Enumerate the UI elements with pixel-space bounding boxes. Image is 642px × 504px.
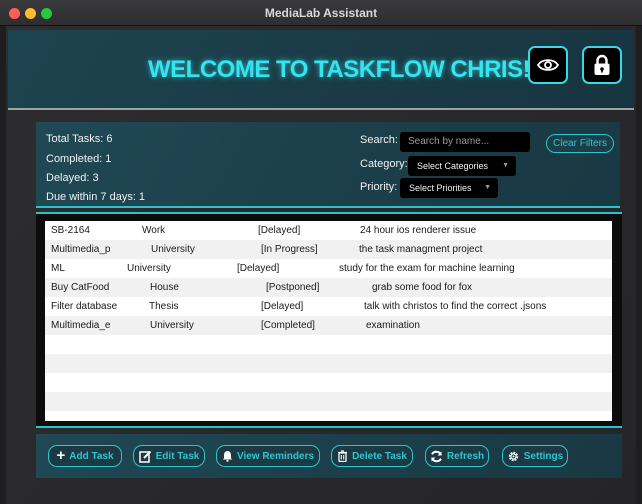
search-input[interactable] (400, 132, 530, 152)
task-description: the task managment project (359, 244, 483, 255)
task-row[interactable]: Multimedia_e University [Completed] exam… (45, 316, 612, 335)
add-task-button[interactable]: + Add Task (48, 445, 122, 467)
task-description: study for the exam for machine learning (339, 263, 515, 274)
window-titlebar: MediaLab Assistant (0, 0, 642, 26)
empty-row (45, 335, 612, 354)
lock-button[interactable] (582, 46, 622, 84)
task-category: University (151, 244, 195, 255)
view-button[interactable] (528, 46, 568, 84)
priority-select-value: Select Priorities (409, 183, 472, 193)
task-name: Buy CatFood (51, 282, 110, 293)
delete-task-button[interactable]: Delete Task (331, 445, 413, 467)
task-name: Multimedia_p (51, 244, 111, 255)
empty-row (45, 354, 612, 373)
refresh-label: Refresh (446, 450, 485, 462)
task-list-panel: SB-2164 Work [Delayed] 24 hour ios rende… (36, 212, 622, 428)
clear-filters-button[interactable]: Clear Filters (546, 134, 614, 153)
empty-row (45, 392, 612, 411)
chevron-down-icon: ▼ (502, 162, 509, 169)
total-tasks-stat: Total Tasks: 6 (46, 133, 113, 145)
edit-task-label: Edit Task (155, 450, 200, 462)
task-row[interactable]: Filter database Thesis [Delayed] talk wi… (45, 297, 612, 316)
chevron-down-icon: ▼ (484, 184, 491, 191)
task-status: [Postponed] (266, 282, 320, 293)
plus-icon: + (56, 447, 66, 464)
bell-icon (222, 451, 232, 462)
task-name: SB-2164 (51, 225, 90, 236)
task-name: Multimedia_e (51, 320, 111, 331)
settings-label: Settings (523, 450, 564, 462)
task-row[interactable]: Multimedia_p University [In Progress] th… (45, 240, 612, 259)
search-label: Search: (360, 134, 398, 146)
delayed-stat: Delayed: 3 (46, 172, 99, 184)
edit-task-button[interactable]: Edit Task (133, 445, 205, 467)
window-title: MediaLab Assistant (264, 6, 378, 20)
task-row[interactable]: SB-2164 Work [Delayed] 24 hour ios rende… (45, 221, 612, 240)
task-description: talk with christos to find the correct .… (364, 301, 547, 312)
welcome-title: WELCOME TO TASKFLOW CHRIS! (148, 56, 531, 83)
task-status: [Delayed] (237, 263, 280, 274)
view-reminders-label: View Reminders (236, 450, 315, 462)
task-name: Filter database (51, 301, 118, 312)
task-category: Work (142, 225, 166, 236)
completed-stat: Completed: 1 (46, 153, 112, 165)
due-soon-stat: Due within 7 days: 1 (46, 191, 146, 203)
empty-row (45, 373, 612, 392)
task-category: University (127, 263, 171, 274)
task-status: [Delayed] (258, 225, 301, 236)
task-category: House (150, 282, 179, 293)
delete-task-label: Delete Task (352, 450, 407, 462)
task-category: Thesis (149, 301, 179, 312)
task-status: [Completed] (261, 320, 315, 331)
trash-icon (338, 450, 348, 462)
task-row[interactable]: ML University [Delayed] study for the ex… (45, 259, 612, 278)
priority-label: Priority: (360, 181, 398, 193)
task-category: University (150, 320, 194, 331)
lock-icon (594, 54, 610, 75)
task-list[interactable]: SB-2164 Work [Delayed] 24 hour ios rende… (45, 221, 612, 421)
eye-icon (537, 59, 559, 71)
category-select[interactable]: Select Categories ▼ (408, 156, 516, 176)
header-banner: WELCOME TO TASKFLOW CHRIS! (8, 30, 634, 110)
category-label: Category: (360, 158, 408, 170)
gear-icon (508, 451, 518, 461)
refresh-icon (430, 450, 442, 462)
task-status: [In Progress] (261, 244, 318, 255)
task-row[interactable]: Buy CatFood House [Postponed] grab some … (45, 278, 612, 297)
action-bar: + Add Task Edit Task View Reminders Dele… (36, 434, 622, 478)
task-status: [Delayed] (261, 301, 304, 312)
settings-button[interactable]: Settings (502, 445, 568, 467)
refresh-button[interactable]: Refresh (425, 445, 489, 467)
priority-select[interactable]: Select Priorities ▼ (400, 178, 498, 198)
view-reminders-button[interactable]: View Reminders (216, 445, 320, 467)
task-description: examination (366, 320, 420, 331)
edit-icon (138, 450, 151, 463)
category-select-value: Select Categories (417, 161, 489, 171)
info-panel: Total Tasks: 6 Completed: 1 Delayed: 3 D… (36, 122, 620, 208)
task-name: ML (51, 263, 65, 274)
add-task-label: Add Task (69, 450, 114, 462)
task-description: grab some food for fox (372, 282, 473, 293)
task-description: 24 hour ios renderer issue (360, 225, 477, 236)
